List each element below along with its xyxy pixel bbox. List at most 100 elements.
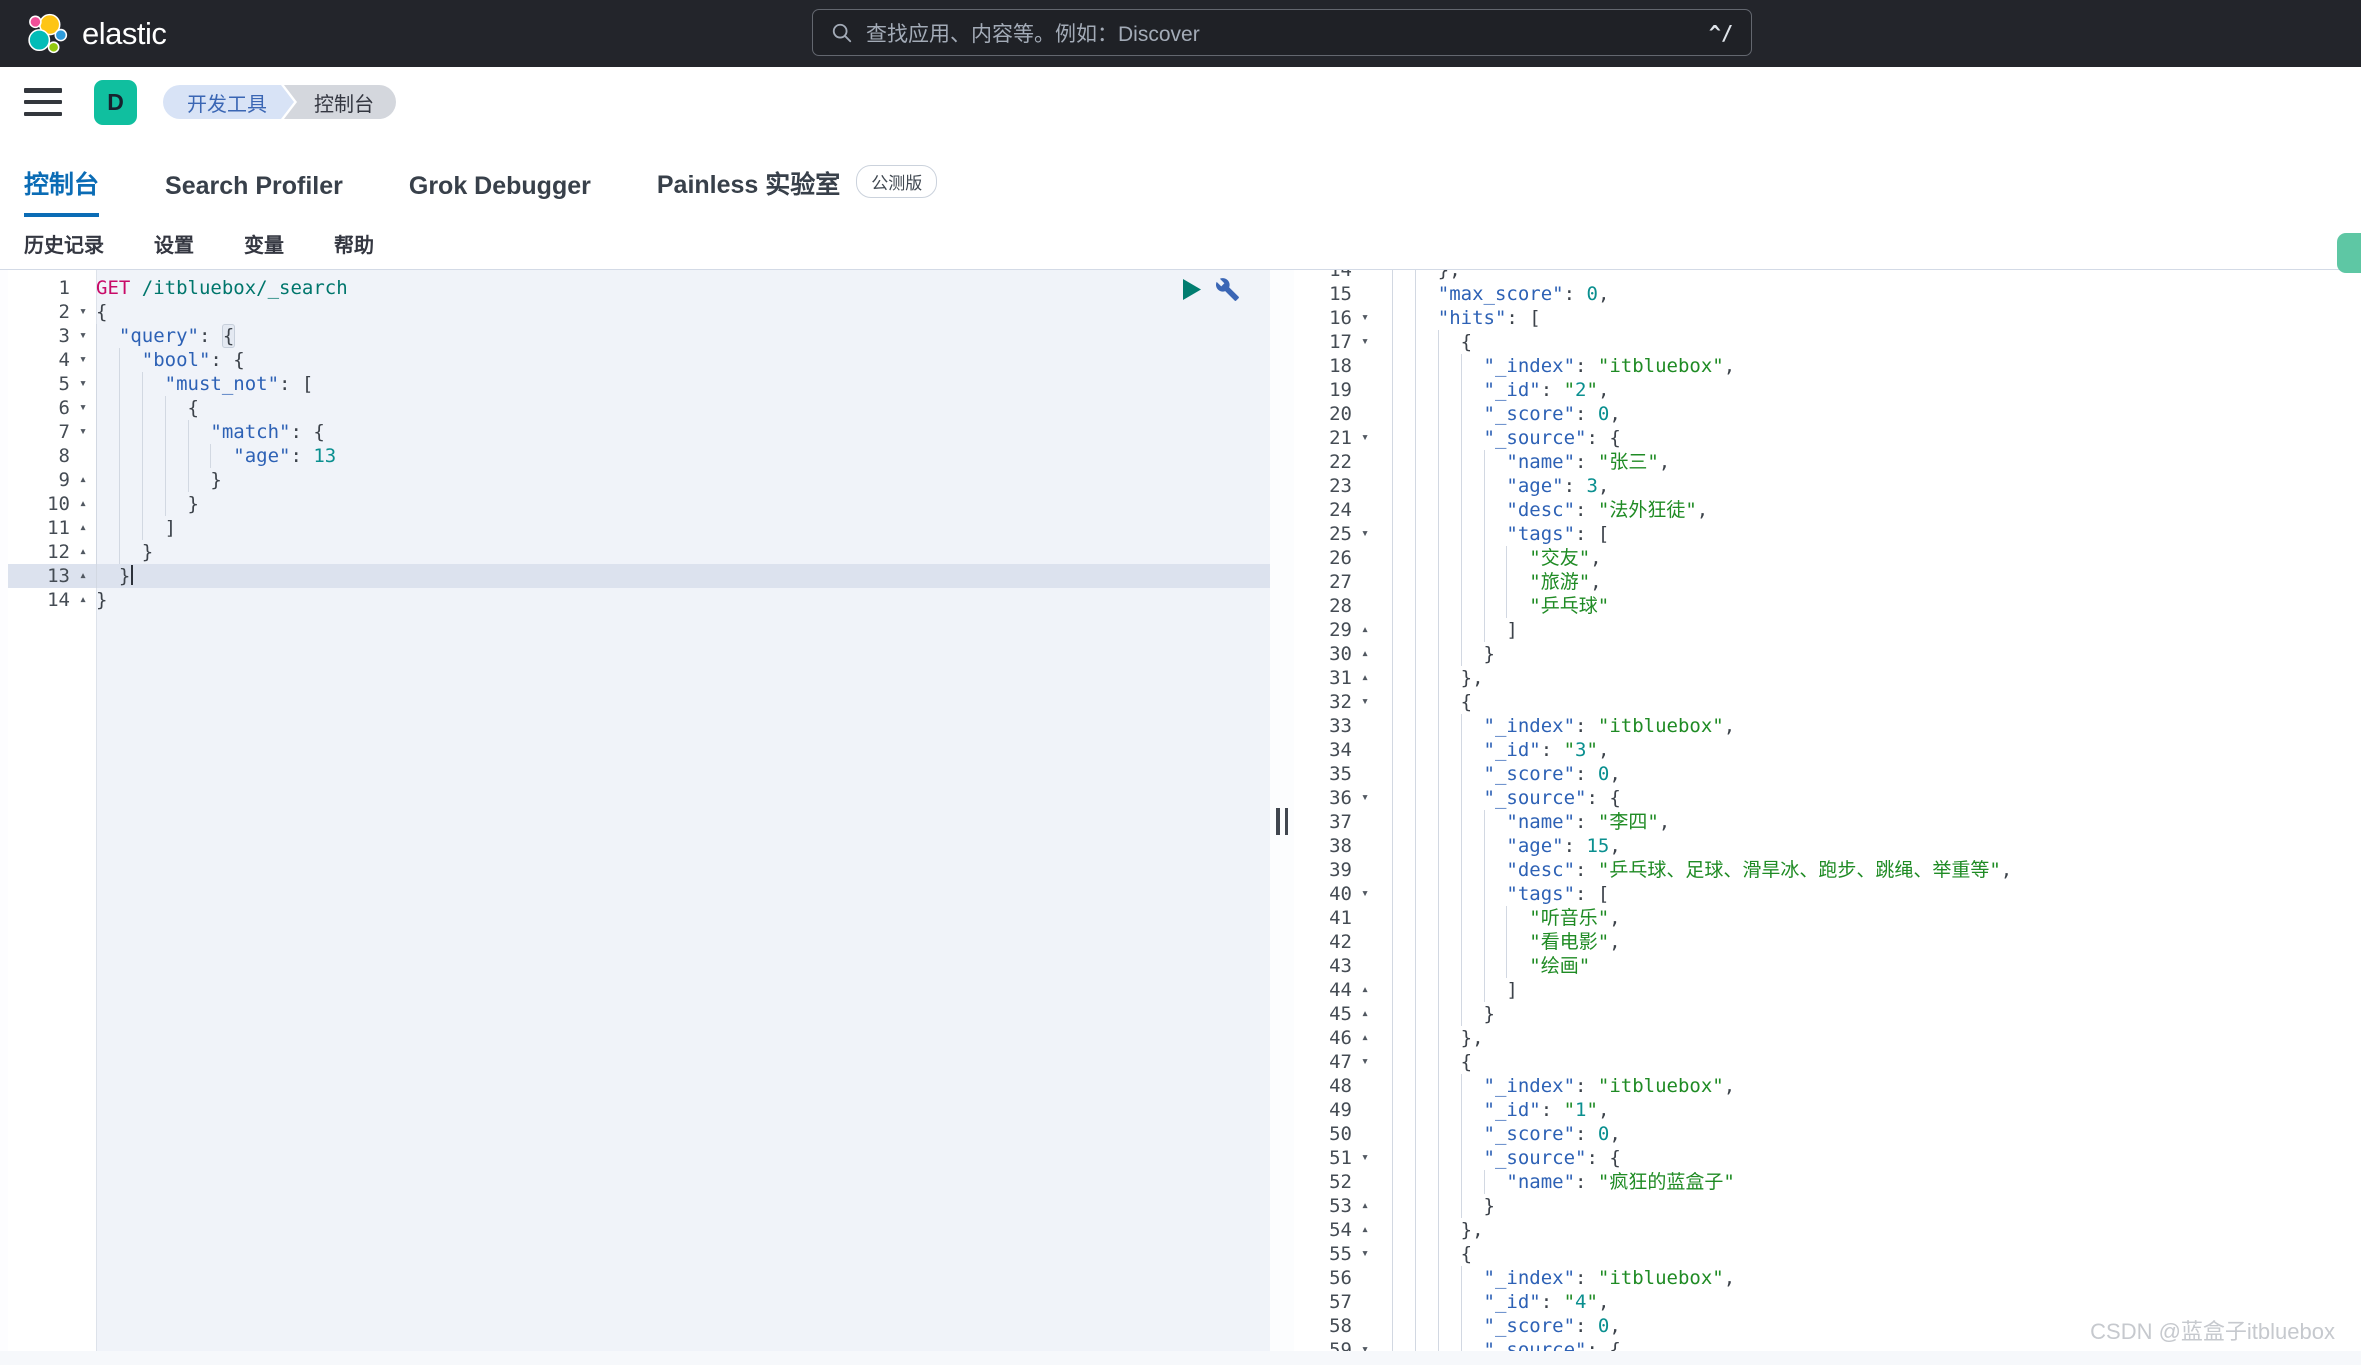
code-line[interactable]: 38 "age": 15, [1294,834,2361,858]
fold-toggle-icon[interactable]: ▴ [1352,978,1378,1002]
code-line[interactable]: 5 ▾ "must_not": [ [8,372,1270,396]
menu-icon[interactable] [24,88,62,116]
code-line[interactable]: 26 "交友", [1294,546,2361,570]
code-line[interactable]: 22 "name": "张三", [1294,450,2361,474]
code-line[interactable]: 16 ▾ "hits": [ [1294,306,2361,330]
send-request-button[interactable] [1181,278,1202,301]
fold-toggle-icon[interactable]: ▴ [70,468,96,492]
fold-toggle-icon[interactable]: ▾ [70,300,96,324]
code-line[interactable]: 42 "看电影", [1294,930,2361,954]
fold-toggle-icon[interactable]: ▾ [1352,786,1378,810]
request-options-button[interactable] [1215,277,1240,302]
fold-toggle-icon[interactable]: ▴ [1352,618,1378,642]
fold-toggle-icon[interactable]: ▴ [70,492,96,516]
fold-toggle-icon[interactable]: ▴ [1352,1002,1378,1026]
fold-toggle-icon[interactable]: ▴ [70,564,96,588]
code-line[interactable]: 13 ▴} [8,564,1270,588]
code-line[interactable]: 56 "_index": "itbluebox", [1294,1266,2361,1290]
fold-toggle-icon[interactable]: ▾ [1352,522,1378,546]
fold-toggle-icon[interactable]: ▴ [70,540,96,564]
breadcrumb-item[interactable]: 开发工具 [163,85,294,119]
fold-toggle-icon[interactable]: ▾ [1352,1050,1378,1074]
fold-toggle-icon[interactable]: ▾ [70,324,96,348]
fold-toggle-icon[interactable]: ▴ [1352,666,1378,690]
code-line[interactable]: 8 "age": 13 [8,444,1270,468]
toolbar-item-历史记录[interactable]: 历史记录 [24,229,104,258]
code-line[interactable]: 52 "name": "疯狂的蓝盒子" [1294,1170,2361,1194]
code-line[interactable]: 33 "_index": "itbluebox", [1294,714,2361,738]
tab-Grok Debugger[interactable]: Grok Debugger [409,172,591,217]
fold-toggle-icon[interactable]: ▾ [1352,330,1378,354]
code-line[interactable]: 19 "_id": "2", [1294,378,2361,402]
code-line[interactable]: 44 ▴] [1294,978,2361,1002]
code-line[interactable]: 41 "听音乐", [1294,906,2361,930]
code-line[interactable]: 24 "desc": "法外狂徒", [1294,498,2361,522]
code-line[interactable]: 7 ▾ "match": { [8,420,1270,444]
code-line[interactable]: 14 ▴} [8,588,1270,612]
code-line[interactable]: 12 ▴} [8,540,1270,564]
fold-toggle-icon[interactable]: ▴ [70,588,96,612]
code-line[interactable]: 47 ▾{ [1294,1050,2361,1074]
code-line[interactable]: 11 ▴] [8,516,1270,540]
fold-toggle-icon[interactable]: ▾ [1352,306,1378,330]
code-line[interactable]: 50 "_score": 0, [1294,1122,2361,1146]
code-line[interactable]: 23 "age": 3, [1294,474,2361,498]
code-line[interactable]: 49 "_id": "1", [1294,1098,2361,1122]
code-line[interactable]: 9 ▴} [8,468,1270,492]
tab-控制台[interactable]: 控制台 [24,165,100,217]
code-line[interactable]: 32 ▾{ [1294,690,2361,714]
code-line[interactable]: 45 ▴} [1294,1002,2361,1026]
code-line[interactable]: 51 ▾ "_source": { [1294,1146,2361,1170]
code-line[interactable]: 46 ▴}, [1294,1026,2361,1050]
code-line[interactable]: 3 ▾ "query": { [8,324,1270,348]
elastic-logo[interactable]: elastic [26,13,167,55]
response-viewer-panel[interactable]: 14}, 15 "max_score": 0, 16 ▾ "hits": [17 ▾{18 "… [1294,270,2361,1351]
code-line[interactable]: 35 "_score": 0, [1294,762,2361,786]
fold-toggle-icon[interactable]: ▾ [70,396,96,420]
fold-toggle-icon[interactable]: ▴ [1352,1026,1378,1050]
code-line[interactable]: 29 ▴] [1294,618,2361,642]
global-search-input[interactable]: 查找应用、内容等。例如：Discover ^/ [812,9,1752,56]
toolbar-item-变量[interactable]: 变量 [244,229,284,258]
code-line[interactable]: 53 ▴} [1294,1194,2361,1218]
code-line[interactable]: 2 ▾{ [8,300,1270,324]
code-line[interactable]: 37 "name": "李四", [1294,810,2361,834]
code-line[interactable]: 54 ▴}, [1294,1218,2361,1242]
fold-toggle-icon[interactable]: ▴ [1352,1194,1378,1218]
code-line[interactable]: 15 "max_score": 0, [1294,282,2361,306]
fold-toggle-icon[interactable]: ▾ [1352,1338,1378,1351]
code-line[interactable]: 31 ▴}, [1294,666,2361,690]
fold-toggle-icon[interactable]: ▾ [1352,1146,1378,1170]
code-line[interactable]: 39 "desc": "乒乓球、足球、滑旱冰、跑步、跳绳、举重等", [1294,858,2361,882]
fold-toggle-icon[interactable]: ▾ [70,348,96,372]
toolbar-item-帮助[interactable]: 帮助 [334,229,374,258]
fold-toggle-icon[interactable]: ▴ [1352,1218,1378,1242]
code-line[interactable]: 40 ▾ "tags": [ [1294,882,2361,906]
tab-Painless 实验室[interactable]: Painless 实验室 公测版 [657,164,938,217]
fold-toggle-icon[interactable]: ▾ [1352,690,1378,714]
panel-divider[interactable] [1270,270,1294,1351]
code-line[interactable]: 4 ▾ "bool": { [8,348,1270,372]
code-line[interactable]: 55 ▾{ [1294,1242,2361,1266]
toolbar-item-设置[interactable]: 设置 [154,229,194,258]
space-avatar[interactable]: D [94,79,137,125]
code-line[interactable]: 18 "_index": "itbluebox", [1294,354,2361,378]
fold-toggle-icon[interactable]: ▴ [70,516,96,540]
breadcrumb-item[interactable]: 控制台 [284,85,396,119]
code-line[interactable]: 1 GET /itbluebox/_search [8,276,1270,300]
code-line[interactable]: 6 ▾{ [8,396,1270,420]
code-line[interactable]: 14}, [1294,270,2361,282]
code-line[interactable]: 28 "乒乓球" [1294,594,2361,618]
code-line[interactable]: 10 ▴} [8,492,1270,516]
fold-toggle-icon[interactable]: ▾ [70,372,96,396]
code-line[interactable]: 48 "_index": "itbluebox", [1294,1074,2361,1098]
fold-toggle-icon[interactable]: ▴ [1352,642,1378,666]
floating-side-widget[interactable] [2337,233,2361,273]
fold-toggle-icon[interactable]: ▾ [1352,1242,1378,1266]
code-line[interactable]: 17 ▾{ [1294,330,2361,354]
code-line[interactable]: 57 "_id": "4", [1294,1290,2361,1314]
drag-handle-icon[interactable] [1276,808,1288,835]
code-line[interactable]: 20 "_score": 0, [1294,402,2361,426]
code-line[interactable]: 30 ▴} [1294,642,2361,666]
fold-toggle-icon[interactable]: ▾ [1352,426,1378,450]
